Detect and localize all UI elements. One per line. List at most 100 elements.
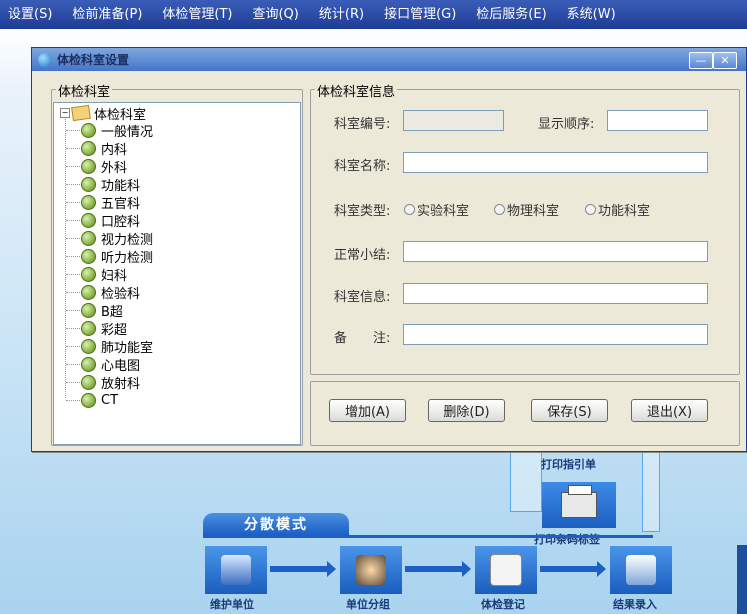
- dept-type-radio-functional[interactable]: 功能科室: [585, 200, 650, 219]
- step-exam-registration[interactable]: [475, 546, 537, 594]
- dialog-titlebar[interactable]: 体检科室设置 — ✕: [32, 48, 746, 71]
- radio-circle-icon: [404, 204, 415, 215]
- background-side-bar: [737, 545, 747, 614]
- tree-item[interactable]: CT: [66, 391, 118, 409]
- computer-icon: [626, 555, 656, 585]
- dept-tree[interactable]: − 体检科室 一般情况 内科 外科 功能科 五官科 口腔科 视力检测 听力检测 …: [53, 102, 301, 445]
- tree-item-label: 肺功能室: [101, 340, 154, 356]
- leaf-ball-icon: [81, 320, 96, 336]
- folder-open-icon: [71, 104, 91, 122]
- step-unit-group[interactable]: [340, 546, 402, 594]
- tree-item[interactable]: 检验科: [66, 283, 140, 302]
- normal-summary-input[interactable]: [403, 241, 708, 262]
- collapse-icon[interactable]: −: [60, 108, 70, 118]
- app-globe-icon: [38, 52, 52, 67]
- dept-info-legend: 体检科室信息: [315, 81, 398, 100]
- tree-item[interactable]: 口腔科: [66, 211, 141, 230]
- menu-exam-management[interactable]: 体检管理(T): [152, 0, 242, 29]
- tree-item-label: 外科: [101, 160, 128, 176]
- tree-item-label: 五官科: [101, 196, 141, 212]
- tree-item[interactable]: 妇科: [66, 265, 128, 284]
- leaf-ball-icon: [81, 212, 96, 228]
- tree-item[interactable]: 一般情况: [66, 121, 154, 140]
- unit-icon: [221, 555, 251, 585]
- tree-item-label: 彩超: [101, 322, 128, 338]
- mode-label: 分散模式: [203, 513, 349, 535]
- menu-query[interactable]: 查询(Q): [242, 0, 308, 29]
- tree-item[interactable]: 外科: [66, 157, 128, 176]
- menu-settings[interactable]: 设置(S): [0, 0, 62, 29]
- step-result-entry[interactable]: [610, 546, 672, 594]
- leaf-ball-icon: [81, 356, 96, 372]
- menu-interface[interactable]: 接口管理(G): [374, 0, 466, 29]
- leaf-ball-icon: [81, 248, 96, 264]
- tree-item[interactable]: 五官科: [66, 193, 141, 212]
- leaf-ball-icon: [81, 338, 96, 354]
- tree-item[interactable]: 肺功能室: [66, 337, 154, 356]
- close-button[interactable]: ✕: [713, 52, 737, 69]
- flow-arrow-right: [270, 561, 336, 577]
- group-icon: [356, 555, 386, 585]
- step-label: 体检登记: [481, 598, 525, 611]
- step-label: 维护单位: [210, 598, 254, 611]
- leaf-ball-icon: [81, 284, 96, 300]
- menu-pre-exam[interactable]: 检前准备(P): [62, 0, 152, 29]
- delete-button[interactable]: 删除(D): [428, 399, 505, 422]
- add-button[interactable]: 增加(A): [329, 399, 406, 422]
- radio-circle-icon: [585, 204, 596, 215]
- tree-item-label: 口腔科: [101, 214, 141, 230]
- leaf-ball-icon: [81, 374, 96, 390]
- mode-divider: [203, 535, 653, 538]
- print-guide-label: 打印指引单: [541, 458, 596, 471]
- leaf-ball-icon: [81, 140, 96, 156]
- dept-settings-dialog: 体检科室设置 — ✕ 体检科室 − 体检科室 一般情况 内科 外科 功能科 五官…: [31, 47, 747, 452]
- leaf-ball-icon: [81, 302, 96, 318]
- radio-label: 实验科室: [417, 204, 470, 219]
- tree-item[interactable]: 内科: [66, 139, 127, 158]
- save-button[interactable]: 保存(S): [531, 399, 608, 422]
- menubar: 设置(S) 检前准备(P) 体检管理(T) 查询(Q) 统计(R) 接口管理(G…: [0, 0, 747, 29]
- dept-code-label: 科室编号:: [334, 117, 391, 132]
- flow-arrow-right: [540, 561, 606, 577]
- leaf-ball-icon: [81, 230, 96, 246]
- step-maintain-unit[interactable]: [205, 546, 267, 594]
- remark-input[interactable]: [403, 324, 708, 345]
- tree-item[interactable]: 心电图: [66, 355, 140, 374]
- dept-info-input[interactable]: [403, 283, 708, 304]
- dept-code-input[interactable]: [403, 110, 504, 131]
- step-label: 结果录入: [613, 598, 657, 611]
- tree-item[interactable]: 功能科: [66, 175, 141, 194]
- menu-statistics[interactable]: 统计(R): [309, 0, 374, 29]
- tree-item[interactable]: B超: [66, 301, 123, 320]
- remark-label: 备 注:: [334, 331, 391, 346]
- printer-icon: [561, 485, 597, 518]
- tree-item-label: 放射科: [101, 376, 141, 392]
- tree-root-node[interactable]: − 体检科室: [60, 104, 146, 123]
- print-barcode-step[interactable]: [542, 482, 616, 528]
- dept-name-input[interactable]: [403, 152, 708, 173]
- leaf-ball-icon: [81, 176, 96, 192]
- leaf-ball-icon: [81, 392, 96, 408]
- dept-type-radio-physical[interactable]: 物理科室: [494, 200, 559, 219]
- tree-item[interactable]: 放射科: [66, 373, 141, 392]
- tree-item[interactable]: 视力检测: [66, 229, 153, 248]
- flow-arrow-down: [642, 450, 660, 532]
- dept-type-radio-lab[interactable]: 实验科室: [404, 200, 469, 219]
- radio-circle-icon: [494, 204, 505, 215]
- tree-item-label: 功能科: [101, 178, 141, 194]
- menu-system[interactable]: 系统(W): [557, 0, 626, 29]
- tree-item-label: 一般情况: [101, 124, 154, 140]
- menu-post-exam[interactable]: 检后服务(E): [466, 0, 556, 29]
- tree-item-label: 妇科: [101, 268, 128, 284]
- normal-summary-label: 正常小结:: [334, 248, 391, 263]
- dialog-title: 体检科室设置: [57, 53, 130, 67]
- display-order-input[interactable]: [607, 110, 708, 131]
- leaf-ball-icon: [81, 158, 96, 174]
- tree-item[interactable]: 听力检测: [66, 247, 153, 266]
- minimize-button[interactable]: —: [689, 52, 713, 69]
- leaf-ball-icon: [81, 194, 96, 210]
- tree-item[interactable]: 彩超: [66, 319, 128, 338]
- radio-label: 物理科室: [507, 204, 560, 219]
- flow-arrow-right: [405, 561, 471, 577]
- exit-button[interactable]: 退出(X): [631, 399, 708, 422]
